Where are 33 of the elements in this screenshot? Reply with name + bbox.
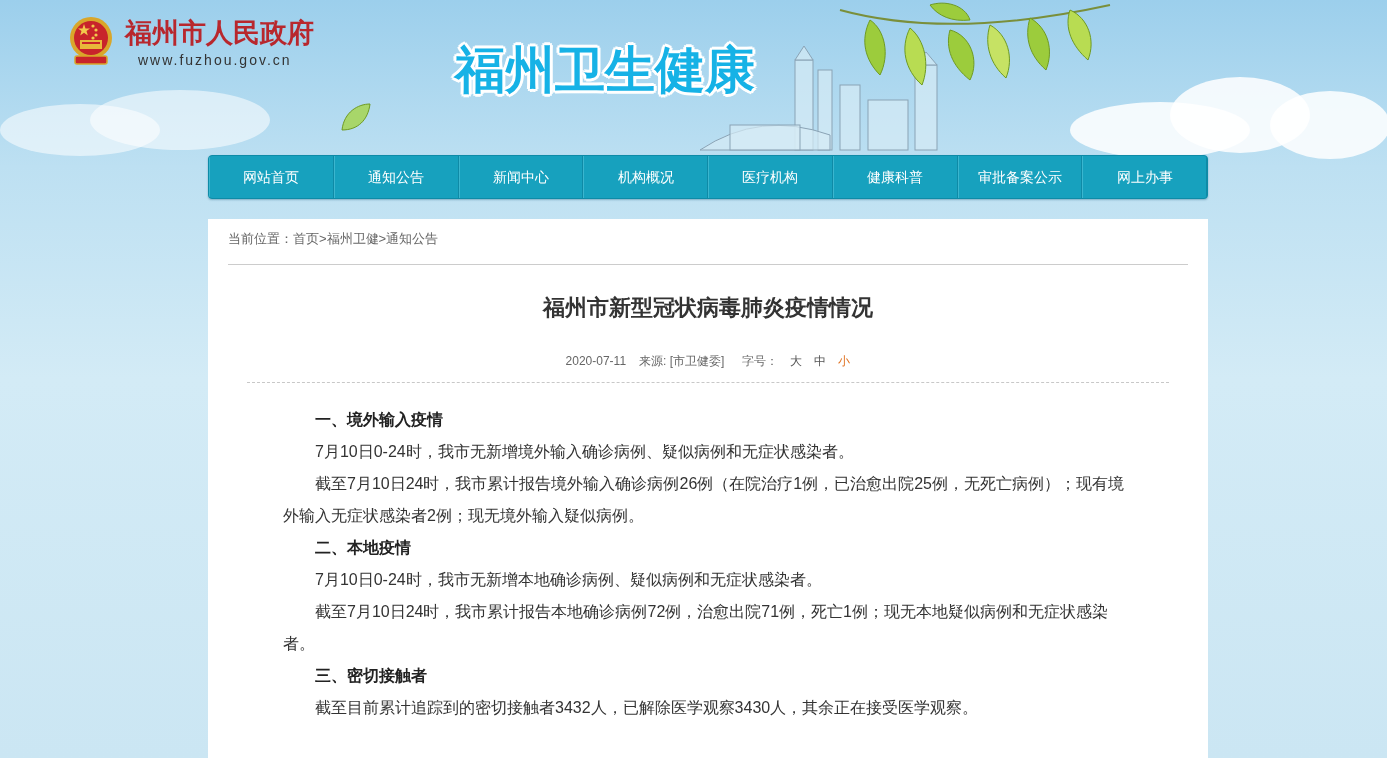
paragraph-text: 截至目前累计追踪到的密切接触者3432人，已解除医学观察3430人，其余正在接受医学观察。 xyxy=(314,698,980,718)
section-heading: 三、密切接触者 xyxy=(314,666,428,686)
paragraph-text: 截至7月10日24时，我市累计报告境外输入确诊病例26例（在院治疗1例，已治愈出院25例，无死亡病例）；现有境外输入无症状感染者2例；现无境外输入疑似病例。 xyxy=(283,474,1125,526)
nav-link[interactable]: 通知公告 xyxy=(333,156,459,198)
breadcrumb-link[interactable]: 福州卫健 xyxy=(326,229,379,249)
site-name: 福州市人民政府 xyxy=(125,17,315,50)
nav-link[interactable]: 审批备案公示 xyxy=(957,156,1083,198)
breadcrumb-link[interactable]: 通知公告 xyxy=(386,229,439,249)
section-heading: 一、境外输入疫情 xyxy=(314,410,444,430)
nav-link[interactable]: 健康科普 xyxy=(832,156,958,198)
breadcrumb-separator: > xyxy=(319,230,327,248)
site-url: www.fuzhou.gov.cn xyxy=(137,52,293,68)
breadcrumb-label: 当前位置： xyxy=(228,230,293,248)
breadcrumb-separator: > xyxy=(378,230,387,248)
banner-title: 福州卫生健康 xyxy=(452,41,756,100)
font-size-option[interactable]: 大 xyxy=(790,351,803,371)
paragraph-text: 7月10日0-24时，我市无新增本地确诊病例、疑似病例和无症状感染者。 xyxy=(314,570,823,590)
font-size-label: 字号： xyxy=(742,353,779,370)
publish-date: 2020-07-11 xyxy=(565,353,627,370)
breadcrumb-link[interactable]: 首页 xyxy=(293,229,319,249)
article-title: 福州市新型冠状病毒肺炎疫情情况 xyxy=(543,294,873,322)
nav-link[interactable]: 医疗机构 xyxy=(708,156,833,198)
nav-link[interactable]: 网上办事 xyxy=(1082,156,1207,198)
source-text: 来源: [市卫健委] xyxy=(639,353,725,370)
nav-link[interactable]: 网站首页 xyxy=(209,156,334,198)
paragraph-text: 截至7月10日24时，我市累计报告本地确诊病例72例，治愈出院71例，死亡1例；现无本地疑似病例和无症状感染者。 xyxy=(283,602,1109,654)
paragraph-text: 7月10日0-24时，我市无新增境外输入确诊病例、疑似病例和无症状感染者。 xyxy=(314,442,855,462)
section-heading: 二、本地疫情 xyxy=(314,538,412,558)
font-size-option[interactable]: 小 xyxy=(838,351,851,371)
nav-link[interactable]: 新闻中心 xyxy=(458,156,584,198)
font-size-option[interactable]: 中 xyxy=(814,351,827,371)
emblem-icon xyxy=(68,16,114,66)
nav-link[interactable]: 机构概况 xyxy=(583,156,708,198)
